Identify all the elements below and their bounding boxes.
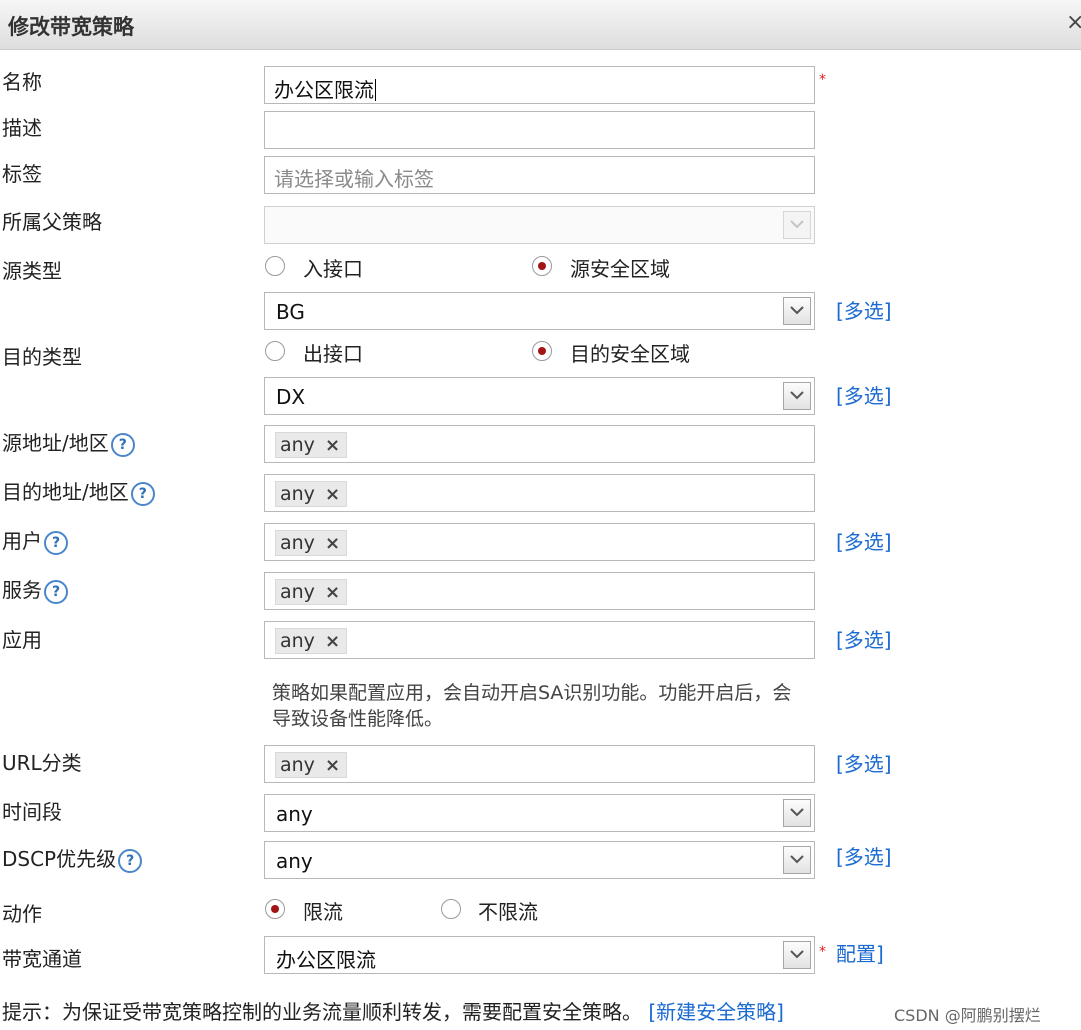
application-multi-select-link[interactable]: [多选] — [836, 624, 892, 653]
dest-address-input[interactable]: any × — [264, 474, 815, 512]
watermark: CSDN @阿鹏别摆烂 — [894, 1006, 1041, 1025]
tag-chip: any × — [275, 530, 348, 556]
tags-placeholder: 请选择或输入标签 — [274, 167, 434, 191]
tag-chip: any × — [275, 628, 348, 654]
name-input[interactable]: 办公区限流 — [264, 66, 815, 104]
description-label: 描述 — [2, 116, 42, 140]
close-icon[interactable]: × — [1066, 10, 1081, 35]
chevron-down-icon — [783, 211, 811, 239]
question-circle-icon[interactable]: ? — [44, 580, 68, 604]
text-cursor — [375, 79, 376, 101]
dscp-label: DSCP优先级? — [2, 843, 143, 873]
tag-remove-icon[interactable]: × — [325, 582, 340, 603]
chevron-down-icon[interactable] — [783, 382, 811, 410]
radio-ingress-interface-label: 入接口 — [303, 257, 363, 281]
source-address-input[interactable]: any × — [264, 425, 815, 463]
source-type-label: 源类型 — [2, 259, 62, 283]
parent-policy-select — [264, 206, 815, 244]
url-category-input[interactable]: any × — [264, 745, 815, 783]
description-input[interactable] — [264, 111, 815, 149]
dest-address-label: 目的地址/地区? — [2, 476, 155, 506]
tag-remove-icon[interactable]: × — [325, 435, 340, 456]
user-multi-select-link[interactable]: [多选] — [836, 526, 892, 555]
dest-zone-value: DX — [276, 385, 306, 409]
url-category-multi-select-link[interactable]: [多选] — [836, 748, 892, 777]
radio-dest-zone-label: 目的安全区域 — [570, 342, 690, 366]
dest-zone-multi-select-link[interactable]: [多选] — [836, 380, 892, 409]
tag-remove-icon[interactable]: × — [325, 631, 340, 652]
radio-egress-interface-label: 出接口 — [303, 342, 363, 366]
question-circle-icon[interactable]: ? — [110, 433, 135, 457]
radio-no-limit-label: 不限流 — [478, 900, 538, 924]
user-label: 用户? — [2, 525, 68, 555]
dscp-select[interactable]: any — [264, 841, 815, 879]
time-range-select[interactable]: any — [264, 794, 815, 832]
tag-remove-icon[interactable]: × — [325, 755, 340, 776]
radio-egress-interface[interactable] — [265, 341, 285, 361]
footer-tip: 提示：为保证受带宽策略控制的业务流量顺利转发，需要配置安全策略。 [新建安全策略… — [2, 996, 784, 1025]
service-label: 服务? — [2, 574, 68, 604]
chevron-down-icon[interactable] — [783, 846, 811, 874]
tag-chip: any × — [275, 481, 348, 507]
tag-chip: any × — [275, 432, 348, 458]
dialog-title: 修改带宽策略 — [8, 15, 134, 39]
tags-label: 标签 — [2, 162, 42, 186]
footer-tip-text: 提示：为保证受带宽策略控制的业务流量顺利转发，需要配置安全策略。 — [2, 1000, 642, 1024]
tags-input[interactable]: 请选择或输入标签 — [264, 156, 815, 194]
time-range-value: any — [276, 802, 313, 826]
required-mark: * — [819, 944, 826, 960]
tag-chip: any × — [275, 752, 348, 778]
tag-remove-icon[interactable]: × — [325, 484, 340, 505]
radio-source-zone-label: 源安全区域 — [570, 257, 670, 281]
service-input[interactable]: any × — [264, 572, 815, 610]
dest-type-label: 目的类型 — [2, 345, 82, 369]
tag-remove-icon[interactable]: × — [325, 533, 340, 554]
source-address-label: 源地址/地区? — [2, 427, 135, 457]
name-value: 办公区限流 — [274, 78, 374, 102]
dest-zone-select[interactable]: DX — [264, 377, 815, 415]
question-circle-icon[interactable]: ? — [130, 482, 155, 506]
application-input[interactable]: any × — [264, 621, 815, 659]
source-zone-value: BG — [276, 300, 305, 324]
chevron-down-icon[interactable] — [783, 297, 811, 325]
tag-chip: any × — [275, 579, 348, 605]
bandwidth-channel-config-link[interactable]: 配置] — [836, 938, 884, 967]
parent-policy-label: 所属父策略 — [2, 210, 102, 234]
radio-source-zone[interactable] — [532, 256, 552, 276]
radio-ingress-interface[interactable] — [265, 256, 285, 276]
radio-no-limit[interactable] — [441, 899, 461, 919]
name-label: 名称 — [2, 70, 42, 94]
required-mark: * — [819, 72, 826, 88]
bandwidth-channel-select[interactable]: 办公区限流 — [264, 936, 815, 974]
chevron-down-icon[interactable] — [783, 941, 811, 969]
dialog-header: 修改带宽策略 × — [0, 0, 1081, 50]
time-range-label: 时间段 — [2, 800, 62, 824]
question-circle-icon[interactable]: ? — [44, 531, 68, 555]
question-circle-icon[interactable]: ? — [118, 849, 143, 873]
radio-rate-limit-label: 限流 — [303, 900, 343, 924]
dscp-value: any — [276, 849, 313, 873]
application-note: 策略如果配置应用，会自动开启SA识别功能。功能开启后，会导致设备性能降低。 — [272, 682, 792, 730]
source-zone-select[interactable]: BG — [264, 292, 815, 330]
radio-dest-zone[interactable] — [532, 341, 552, 361]
radio-rate-limit[interactable] — [265, 899, 285, 919]
user-input[interactable]: any × — [264, 523, 815, 561]
application-label: 应用 — [2, 628, 42, 652]
chevron-down-icon[interactable] — [783, 799, 811, 827]
url-category-label: URL分类 — [2, 751, 82, 775]
new-security-policy-link[interactable]: [新建安全策略] — [648, 1000, 784, 1024]
action-label: 动作 — [2, 902, 42, 926]
bandwidth-channel-value: 办公区限流 — [276, 948, 376, 972]
source-zone-multi-select-link[interactable]: [多选] — [836, 295, 892, 324]
bandwidth-channel-label: 带宽通道 — [2, 947, 82, 971]
dscp-multi-select-link[interactable]: [多选] — [836, 841, 892, 870]
